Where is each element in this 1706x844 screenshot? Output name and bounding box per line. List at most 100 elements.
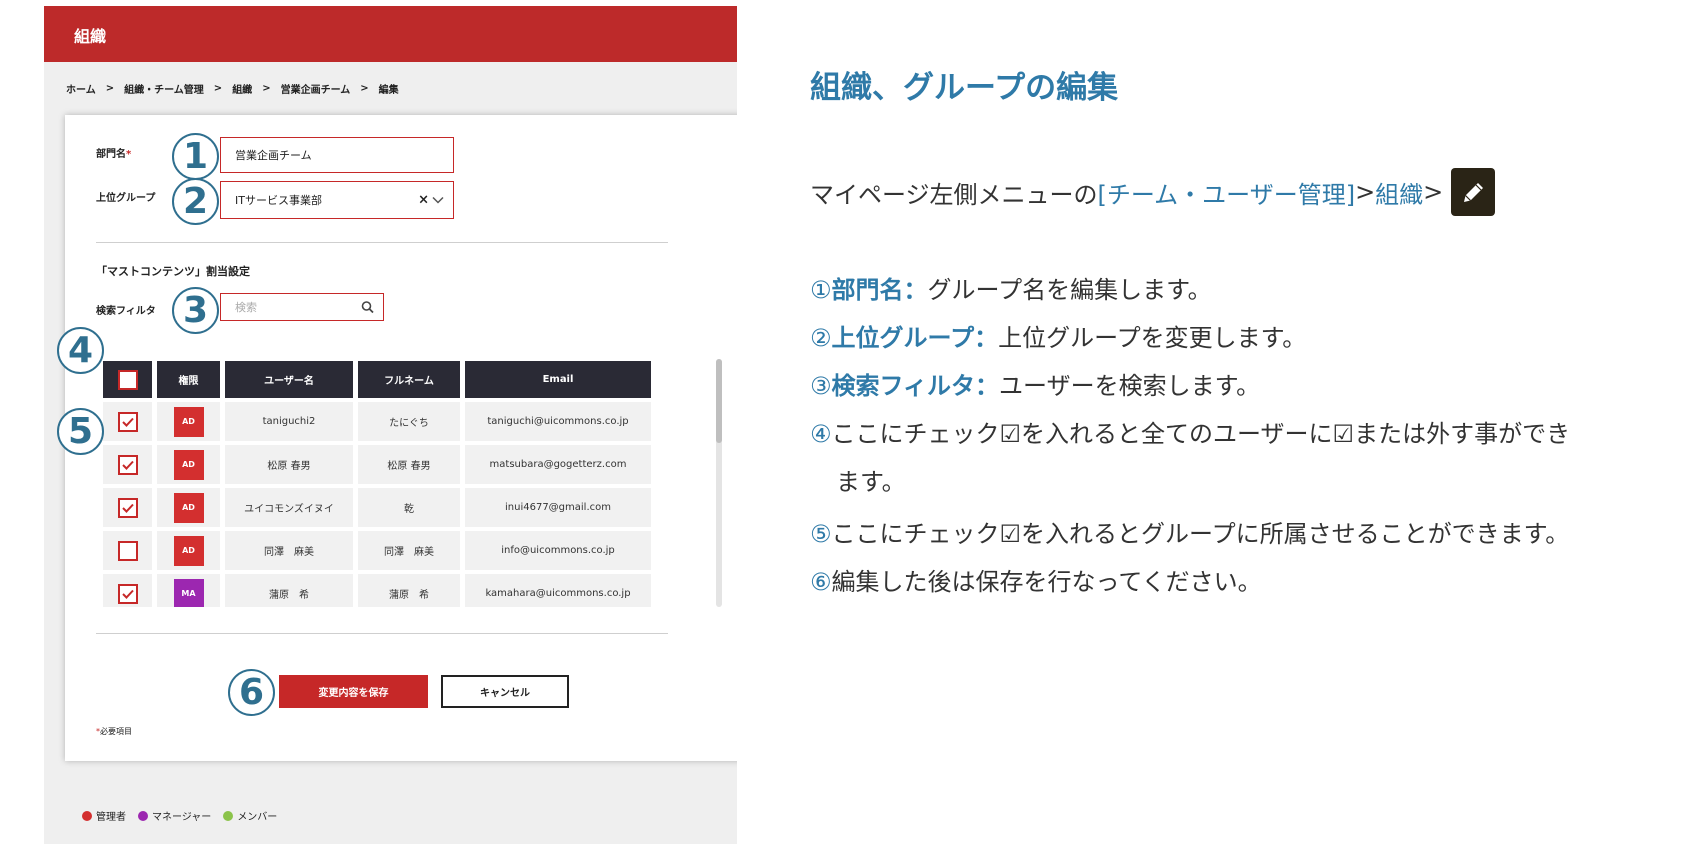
save-button[interactable]: 変更内容を保存	[279, 675, 428, 708]
required-note: *必要項目	[96, 727, 132, 736]
role-badge: AD	[173, 535, 204, 566]
callout-marker-5: 5	[57, 408, 104, 455]
cancel-button[interactable]: キャンセル	[441, 675, 569, 708]
column-header-role[interactable]: 権限	[157, 361, 220, 398]
table-cell-role: AD	[157, 445, 220, 484]
step-3: ③検索フィルタ：ユーザーを検索します。	[810, 372, 1261, 400]
guide-title: 組織、グループの編集	[810, 70, 1119, 106]
table-cell-fullname: 蒲原 希	[358, 574, 460, 607]
table-row-select	[103, 488, 152, 527]
scrollbar-thumb[interactable]	[716, 359, 722, 443]
row-checkbox[interactable]	[117, 411, 138, 432]
table-cell-username: 同澤 麻美	[225, 531, 353, 570]
table-cell-username: 松原 春男	[225, 445, 353, 484]
table-cell-email: inui4677@gmail.com	[465, 488, 651, 527]
parent-group-label: 上位グループ	[96, 193, 156, 204]
table-row-select	[103, 531, 152, 570]
search-icon[interactable]	[361, 301, 374, 314]
table-cell-role: MA	[157, 574, 220, 607]
screenshot-panel: 組織 ホーム > 組織・チーム管理 > 組織 > 営業企画チーム > 編集 部門…	[44, 6, 737, 844]
search-filter-placeholder: 検索	[235, 301, 257, 314]
check-icon	[121, 460, 134, 470]
check-icon	[121, 417, 134, 427]
table-cell-email: taniguchi@uicommons.co.jp	[465, 402, 651, 441]
dept-name-value: 営業企画チーム	[235, 149, 312, 162]
search-filter-label: 検索フィルタ	[96, 306, 156, 317]
table-cell-role: AD	[157, 402, 220, 441]
section-divider	[96, 242, 668, 243]
role-badge: AD	[173, 449, 204, 480]
select-all-checkbox[interactable]	[117, 369, 138, 390]
legend-dot	[82, 810, 92, 821]
dept-name-input[interactable]: 営業企画チーム	[220, 137, 454, 173]
breadcrumb-separator: >	[213, 83, 223, 94]
breadcrumb-item-home[interactable]: ホーム	[66, 81, 96, 96]
table-cell-fullname: 同澤 麻美	[358, 531, 460, 570]
column-header-fullname[interactable]: フルネーム	[358, 361, 460, 398]
section-title: 「マストコンテンツ」割当設定	[96, 265, 250, 278]
breadcrumb-separator: >	[360, 83, 369, 94]
row-checkbox[interactable]	[117, 540, 138, 561]
table-cell-username: taniguchi2	[225, 402, 353, 441]
breadcrumb-separator: >	[262, 83, 271, 94]
table-scrollbar[interactable]	[716, 359, 722, 607]
app-header-title: 組織	[74, 27, 107, 46]
row-checkbox[interactable]	[117, 497, 138, 518]
step-1: ①部門名：グループ名を編集します。	[810, 276, 1212, 304]
clear-icon[interactable]: ×	[418, 193, 429, 208]
app-header: 組織	[44, 6, 737, 62]
table-cell-role: AD	[157, 488, 220, 527]
dept-name-label: 部門名*	[96, 149, 132, 160]
table-row-select	[103, 402, 152, 441]
check-icon	[121, 503, 134, 513]
edit-form-card: 部門名* 営業企画チーム 上位グループ ITサービス事業部 × 「マストコンテン…	[57, 115, 737, 761]
table-cell-fullname: 乾	[358, 488, 460, 527]
role-badge: MA	[173, 578, 204, 607]
breadcrumb-item-org[interactable]: 組織	[232, 81, 252, 96]
step-5: ⑤ここにチェック☑を入れるとグループに所属させることができます。	[810, 520, 1570, 548]
row-checkbox[interactable]	[117, 583, 138, 604]
legend-item-member: メンバー	[223, 808, 277, 823]
table-cell-email: matsubara@gogetterz.com	[465, 445, 651, 484]
parent-group-select[interactable]: ITサービス事業部 ×	[220, 181, 454, 219]
nav-separator: >	[1355, 178, 1376, 206]
step-4: ④ここにチェック☑を入れると全てのユーザーに☑または外す事ができ	[810, 420, 1571, 448]
step-4-continued: ます。	[836, 468, 906, 496]
step-2: ②上位グループ：上位グループを変更します。	[810, 324, 1307, 352]
callout-marker-3: 3	[172, 287, 219, 334]
legend-item-manager: マネージャー	[138, 808, 211, 823]
breadcrumb-separator: >	[105, 83, 115, 94]
nav-instruction: マイページ左側メニューの [チーム・ユーザー管理] > 組織 >	[810, 168, 1496, 216]
table-cell-username: 蒲原 希	[225, 574, 353, 607]
role-badge: AD	[173, 492, 204, 523]
breadcrumb-item-team[interactable]: 営業企画チーム	[281, 81, 351, 96]
callout-marker-6: 6	[228, 669, 275, 716]
table-cell-email: info@uicommons.co.jp	[465, 531, 651, 570]
table-cell-fullname: たにぐち	[358, 402, 460, 441]
column-header-email[interactable]: Email	[465, 361, 651, 398]
table-cell-fullname: 松原 春男	[358, 445, 460, 484]
table-cell-role: AD	[157, 531, 220, 570]
column-header-username[interactable]: ユーザー名	[225, 361, 353, 398]
step-6: ⑥編集した後は保存を行なってください。	[810, 568, 1262, 596]
nav-link-team-user[interactable]: [チーム・ユーザー管理]	[1098, 175, 1356, 210]
row-checkbox[interactable]	[117, 454, 138, 475]
chevron-down-icon[interactable]	[432, 196, 444, 204]
table-cell-username: ユイコモンズイヌイ	[225, 488, 353, 527]
nav-separator: >	[1423, 178, 1444, 206]
callout-marker-2: 2	[172, 178, 219, 225]
legend-item-admin: 管理者	[82, 808, 126, 823]
check-icon	[121, 589, 134, 599]
footer-divider	[96, 633, 668, 634]
search-filter-input[interactable]: 検索	[220, 293, 384, 321]
breadcrumb-item-org-team[interactable]: 組織・チーム管理	[124, 81, 204, 96]
role-legend: 管理者 マネージャー メンバー	[82, 808, 277, 823]
nav-link-org[interactable]: 組織	[1375, 175, 1423, 210]
breadcrumb-item-edit: 編集	[378, 85, 399, 96]
breadcrumb: ホーム > 組織・チーム管理 > 組織 > 営業企画チーム > 編集	[66, 81, 399, 96]
table-row-select	[103, 574, 152, 607]
table-cell-email: kamahara@uicommons.co.jp	[465, 574, 651, 607]
parent-group-value: ITサービス事業部	[235, 194, 322, 207]
legend-dot	[223, 810, 234, 821]
user-table: 権限 ユーザー名 フルネーム Email AD taniguchi2 たにぐち …	[103, 361, 668, 607]
